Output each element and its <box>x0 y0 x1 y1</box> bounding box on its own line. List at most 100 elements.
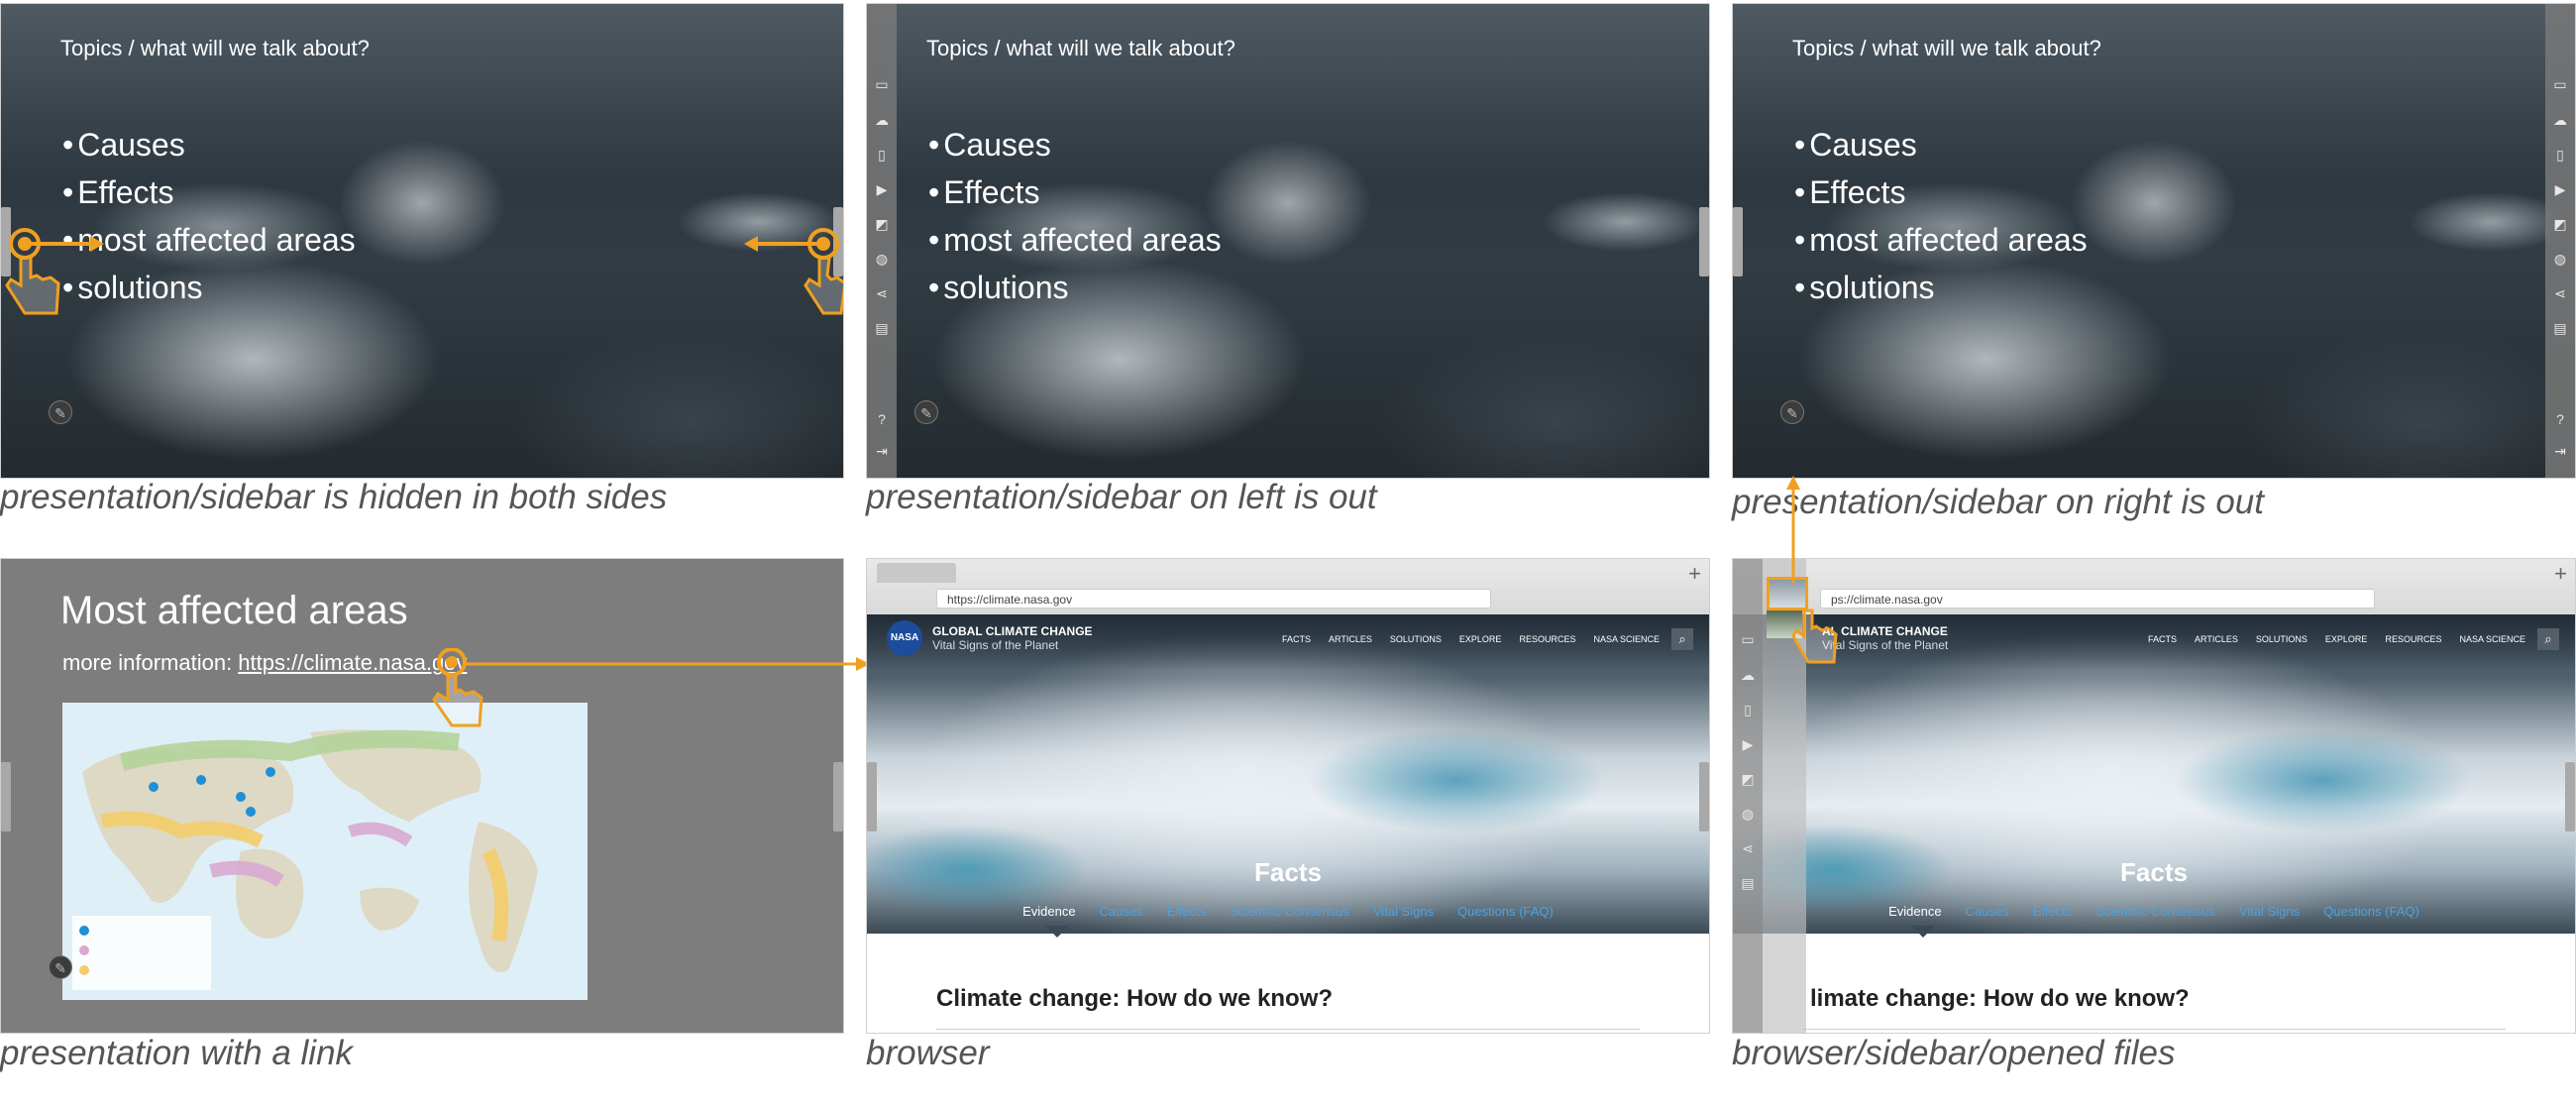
cloud-icon[interactable]: ☁ <box>2551 111 2569 129</box>
left-sidebar-handle[interactable] <box>1733 207 1743 277</box>
new-tab-icon[interactable]: + <box>1688 561 1701 587</box>
cloud-icon[interactable]: ☁ <box>1739 666 1757 684</box>
search-icon[interactable]: ⌕ <box>2537 628 2559 650</box>
bullet-item: Causes <box>62 121 356 168</box>
video-icon[interactable]: ▶ <box>1739 735 1757 753</box>
address-bar[interactable]: https://climate.nasa.gov <box>936 589 1491 609</box>
nav-articles[interactable]: ARTICLES <box>1329 634 1372 644</box>
subnav-faq[interactable]: Questions (FAQ) <box>1457 904 1554 919</box>
subnav-effects[interactable]: Effects <box>2033 904 2073 919</box>
files-to-presentation-arrow <box>1786 476 1800 583</box>
slide-panel-right-sidebar-out: Topics / what will we talk about? Causes… <box>1732 3 2576 479</box>
files-icon[interactable]: ▤ <box>2551 319 2569 337</box>
subnav-faq[interactable]: Questions (FAQ) <box>2323 904 2419 919</box>
subnav-evidence[interactable]: Evidence <box>1888 904 1941 919</box>
document-icon[interactable]: ▯ <box>1739 701 1757 719</box>
search-icon[interactable]: ⌕ <box>1671 628 1693 650</box>
whiteboard-icon[interactable]: ◩ <box>2551 215 2569 233</box>
sub-nav: Evidence Causes Effects Scientific Conse… <box>867 904 1709 919</box>
caption: presentation/sidebar is hidden in both s… <box>0 478 668 516</box>
slide-title: Topics / what will we talk about? <box>60 36 370 60</box>
hero-label: Facts <box>2120 857 2188 887</box>
whiteboard-icon[interactable]: ◩ <box>873 215 891 233</box>
pen-tool-icon[interactable]: ✎ <box>914 400 938 424</box>
sub-nav: Evidence Causes Effects Scientific Conse… <box>1733 904 2575 919</box>
nav-articles[interactable]: ARTICLES <box>2195 634 2238 644</box>
swipe-right-gesture-icon <box>5 228 104 315</box>
right-sidebar: ▭ ☁ ▯ ▶ ◩ ◍ ⋖ ▤ ? ⇥ <box>2545 4 2575 478</box>
nav-solutions[interactable]: SOLUTIONS <box>1390 634 1442 644</box>
page-heading: limate change: How do we know? <box>1810 985 2190 1012</box>
globe-icon[interactable]: ◍ <box>1739 805 1757 823</box>
nasa-logo[interactable]: NASA <box>887 620 922 656</box>
globe-icon[interactable]: ◍ <box>873 250 891 268</box>
left-sidebar-handle[interactable] <box>867 762 877 831</box>
link-to-browser-arrow <box>466 657 870 671</box>
right-sidebar-handle[interactable] <box>833 762 843 831</box>
share-icon[interactable]: ⋖ <box>873 284 891 302</box>
nav-resources[interactable]: RESOURCES <box>1519 634 1575 644</box>
active-tab-pointer <box>1911 926 1935 938</box>
caption: browser <box>866 1034 990 1072</box>
files-icon[interactable]: ▤ <box>873 319 891 337</box>
cast-icon[interactable]: ▭ <box>1739 630 1757 648</box>
cloud-icon[interactable]: ☁ <box>873 111 891 129</box>
nav-facts[interactable]: FACTS <box>2148 634 2177 644</box>
nav-solutions[interactable]: SOLUTIONS <box>2256 634 2308 644</box>
site-title[interactable]: GLOBAL CLIMATE CHANGE <box>932 624 1093 638</box>
page-body: Climate change: How do we know? <box>867 934 1709 1033</box>
subnav-vital-signs[interactable]: Vital Signs <box>1373 904 1434 919</box>
browser-panel: + https://climate.nasa.gov NASA GLOBAL C… <box>866 558 1710 1034</box>
help-icon[interactable]: ? <box>873 410 891 428</box>
subnav-scientific-consensus[interactable]: Scientific Consensus <box>1230 904 1349 919</box>
nav-nasa-science[interactable]: NASA SCIENCE <box>2459 634 2525 644</box>
subnav-evidence[interactable]: Evidence <box>1022 904 1075 919</box>
bullet-list: Causes Effects most affected areas solut… <box>928 121 1222 311</box>
new-tab-icon[interactable]: + <box>2554 561 2567 587</box>
cast-icon[interactable]: ▭ <box>873 75 891 93</box>
whiteboard-icon[interactable]: ◩ <box>1739 770 1757 788</box>
subnav-scientific-consensus[interactable]: Scientific Consensus <box>2095 904 2215 919</box>
slide-panel-left-sidebar-out: ▭ ☁ ▯ ▶ ◩ ◍ ⋖ ▤ ? ⇥ Topics / what will w… <box>866 3 1710 479</box>
help-icon[interactable]: ? <box>2551 410 2569 428</box>
exit-icon[interactable]: ⇥ <box>2551 442 2569 460</box>
subnav-causes[interactable]: Causes <box>1100 904 1143 919</box>
exit-icon[interactable]: ⇥ <box>873 442 891 460</box>
right-sidebar-handle[interactable] <box>2565 762 2575 831</box>
right-sidebar-handle[interactable] <box>1699 207 1709 277</box>
address-bar[interactable]: ps://climate.nasa.gov <box>1820 589 2375 609</box>
video-icon[interactable]: ▶ <box>2551 180 2569 198</box>
share-icon[interactable]: ⋖ <box>2551 284 2569 302</box>
main-nav: FACTS ARTICLES SOLUTIONS EXPLORE RESOURC… <box>1282 634 1660 644</box>
bullet-item: Causes <box>928 121 1222 168</box>
pen-tool-icon[interactable]: ✎ <box>49 400 72 424</box>
page-body: limate change: How do we know? <box>1733 934 2575 1033</box>
right-sidebar-handle[interactable] <box>1699 762 1709 831</box>
document-icon[interactable]: ▯ <box>2551 146 2569 164</box>
browser-toolbar: + ps://climate.nasa.gov <box>1733 559 2575 615</box>
subnav-effects[interactable]: Effects <box>1167 904 1207 919</box>
pen-tool-icon[interactable]: ✎ <box>49 955 72 979</box>
pen-tool-icon[interactable]: ✎ <box>1780 400 1804 424</box>
share-icon[interactable]: ⋖ <box>1739 839 1757 857</box>
nav-facts[interactable]: FACTS <box>1282 634 1311 644</box>
document-icon[interactable]: ▯ <box>873 146 891 164</box>
bullet-item: Causes <box>1794 121 2088 168</box>
files-icon[interactable]: ▤ <box>1739 874 1757 892</box>
nav-explore[interactable]: EXPLORE <box>2325 634 2368 644</box>
browser-tab[interactable] <box>877 563 956 583</box>
nav-explore[interactable]: EXPLORE <box>1459 634 1502 644</box>
video-icon[interactable]: ▶ <box>873 180 891 198</box>
nav-nasa-science[interactable]: NASA SCIENCE <box>1593 634 1660 644</box>
globe-icon[interactable]: ◍ <box>2551 250 2569 268</box>
world-map-image <box>62 703 588 1000</box>
slide-title: Topics / what will we talk about? <box>926 36 1235 60</box>
cast-icon[interactable]: ▭ <box>2551 75 2569 93</box>
nav-resources[interactable]: RESOURCES <box>2385 634 2441 644</box>
left-sidebar-handle[interactable] <box>1 762 11 831</box>
subnav-vital-signs[interactable]: Vital Signs <box>2239 904 2300 919</box>
caption: presentation with a link <box>0 1034 354 1072</box>
subnav-causes[interactable]: Causes <box>1966 904 2009 919</box>
bullet-item: most affected areas <box>1794 216 2087 264</box>
browser-toolbar: + https://climate.nasa.gov <box>867 559 1709 615</box>
